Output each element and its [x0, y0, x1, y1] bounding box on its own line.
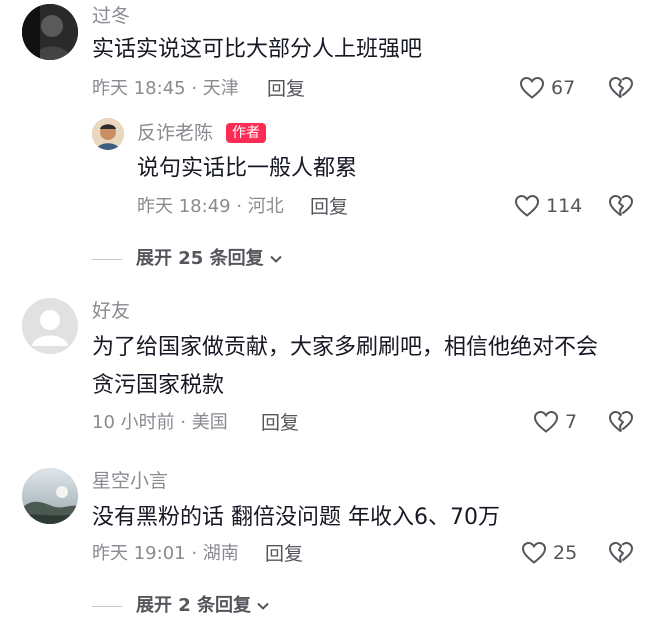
- dislike-button[interactable]: [608, 194, 634, 222]
- expand-label: 展开 2 条回复: [136, 595, 252, 616]
- avatar[interactable]: [22, 468, 78, 524]
- expand-replies-button[interactable]: 展开 25 条回复: [92, 247, 284, 271]
- broken-heart-icon: [609, 542, 633, 564]
- chevron-down-icon: [257, 602, 269, 610]
- chevron-down-icon: [269, 255, 282, 263]
- reply-text: 说句实话比一般人都累: [137, 156, 358, 181]
- like-button[interactable]: 7: [533, 410, 577, 434]
- dislike-button[interactable]: [608, 76, 634, 104]
- comment-username[interactable]: 好友: [92, 299, 130, 323]
- broken-heart-icon: [609, 195, 633, 217]
- reply-button[interactable]: 回复: [265, 542, 303, 566]
- avatar[interactable]: [22, 4, 78, 60]
- comment-meta: 昨天 18:45 · 天津: [92, 78, 239, 99]
- reply-username[interactable]: 反诈老陈: [137, 121, 213, 145]
- broken-heart-icon: [609, 77, 633, 99]
- like-button[interactable]: 25: [521, 541, 577, 565]
- comment-username[interactable]: 过冬: [92, 4, 130, 28]
- comment-text: 实话实说这可比大部分人上班强吧: [92, 37, 423, 62]
- like-count: 25: [553, 542, 578, 564]
- expand-replies-button[interactable]: 展开 2 条回复: [92, 594, 271, 618]
- reply-meta: 昨天 18:49 · 河北: [137, 196, 284, 217]
- expand-label: 展开 25 条回复: [136, 248, 264, 269]
- heart-outline-icon: [521, 541, 547, 564]
- comment-text: 没有黑粉的话 翻倍没问题 年收入6、70万: [92, 505, 500, 530]
- avatar[interactable]: [92, 118, 124, 150]
- divider: [92, 605, 122, 607]
- dislike-button[interactable]: [608, 410, 634, 438]
- reply-button[interactable]: 回复: [310, 195, 348, 219]
- like-button[interactable]: 67: [519, 76, 575, 100]
- comment-text: 贪污国家税款: [92, 373, 225, 398]
- like-count: 114: [546, 195, 583, 217]
- heart-outline-icon: [533, 410, 559, 433]
- like-count: 67: [551, 77, 576, 99]
- reply-button[interactable]: 回复: [267, 77, 305, 101]
- comment-text: 为了给国家做贡献，大家多刷刷吧，相信他绝对不会: [92, 335, 599, 360]
- comment-username[interactable]: 星空小言: [92, 469, 168, 493]
- heart-outline-icon: [514, 194, 540, 217]
- heart-outline-icon: [519, 76, 545, 99]
- divider: [92, 258, 122, 260]
- comment-meta: 昨天 19:01 · 湖南: [92, 543, 239, 564]
- like-button[interactable]: 114: [514, 194, 582, 218]
- dislike-button[interactable]: [608, 541, 634, 569]
- comment-meta: 10 小时前 · 美国: [92, 412, 228, 433]
- author-badge: 作者: [226, 123, 266, 143]
- avatar[interactable]: [22, 298, 78, 354]
- broken-heart-icon: [609, 411, 633, 433]
- reply-button[interactable]: 回复: [261, 411, 299, 435]
- like-count: 7: [565, 411, 578, 433]
